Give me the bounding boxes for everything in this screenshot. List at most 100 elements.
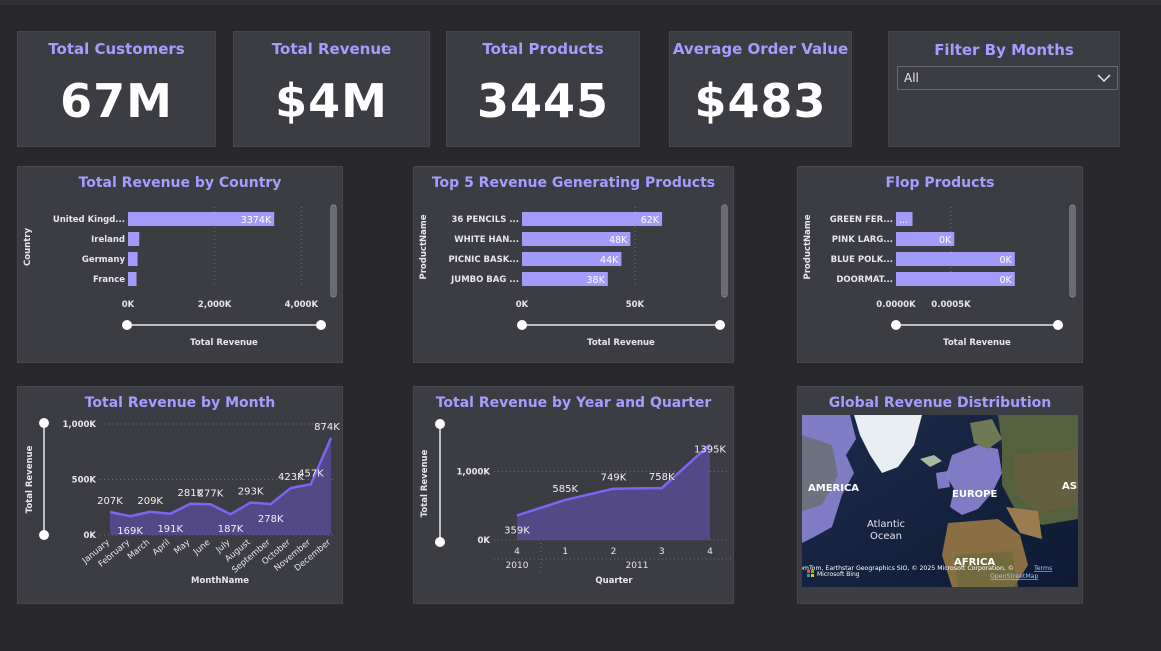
y-tick-label: 0K — [477, 536, 490, 546]
monthly-revenue-chart: Total Revenue by Month 1,000K 500K 0K 207K 1… — [17, 386, 343, 604]
kpi-card-customers[interactable]: Total Customers 67M — [17, 31, 216, 147]
slicer-title: Filter By Months — [934, 41, 1074, 59]
y-axis-title: ProductName — [803, 214, 813, 279]
map-canvas[interactable]: AMERICA EUROPE ASI AtlanticOcean AFRICA … — [802, 415, 1078, 587]
range-slider-handle[interactable] — [891, 320, 901, 330]
top-bar — [0, 0, 1161, 5]
y-axis-title: Country — [23, 228, 33, 266]
top-products-chart: Top 5 Revenue Generating Products 0K 50K 3… — [413, 166, 734, 363]
data-label: 0K — [939, 235, 952, 246]
kpi-label: Total Customers — [48, 40, 185, 58]
y-tick-label: 0K — [83, 531, 96, 541]
data-label: 0K — [1000, 275, 1013, 286]
bar[interactable] — [128, 232, 140, 246]
x-axis-title: Total Revenue — [943, 338, 1011, 348]
category-label: WHITE HAN... — [454, 235, 519, 245]
data-label: 585K — [552, 484, 578, 495]
data-label: 48K — [609, 235, 628, 246]
category-label: DOORMAT... — [836, 275, 893, 285]
kpi-value: 3445 — [476, 74, 610, 128]
quarterly-area-chart: 1,000K 0K 359K 585K 749K 758K 1395K Total Reven… — [420, 419, 732, 586]
area-fill — [517, 444, 710, 540]
scrollbar-thumb[interactable] — [1071, 206, 1074, 296]
y-axis-title: ProductName — [419, 214, 429, 279]
y-axis-title: Total Revenue — [420, 449, 430, 517]
range-slider-handle[interactable] — [715, 320, 725, 330]
country-revenue-chart: Total Revenue by Country 0K 2,000K 4,000K U… — [17, 166, 343, 363]
range-slider-handle[interactable] — [39, 530, 49, 540]
x-tick-label: 2 — [611, 547, 617, 557]
x-tick-label: 0K — [122, 300, 135, 310]
x-tick-label: June — [191, 538, 212, 558]
chevron-down-icon — [1097, 74, 1111, 83]
range-slider-handle[interactable] — [39, 418, 49, 428]
kpi-label: Total Revenue — [271, 40, 392, 58]
category-label: BLUE POLK... — [831, 255, 893, 265]
dropdown-value: All — [904, 71, 919, 85]
kpi-value: 67M — [60, 74, 173, 128]
category-label: Germany — [82, 255, 126, 265]
scrollbar-thumb[interactable] — [332, 206, 335, 296]
x-tick-label: 4,000K — [285, 300, 319, 310]
map-attribution: © 2025 TomTom, Earthstar Geographics SIO… — [802, 564, 1014, 572]
x-tick-label: 0.0005K — [931, 300, 971, 310]
x-axis-title: Total Revenue — [587, 338, 655, 348]
x-axis-title: MonthName — [191, 576, 249, 586]
x-tick-label: March — [126, 538, 152, 562]
range-slider-handle[interactable] — [316, 320, 326, 330]
flop-products-bar-chart: 0.0000K 0.0005K GREEN FER... ... PINK LARG..… — [803, 204, 1076, 348]
data-label: 293K — [238, 486, 264, 497]
kpi-card-products[interactable]: Total Products 3445 — [446, 31, 640, 147]
kpi-value: $483 — [694, 74, 827, 128]
data-label: 38K — [587, 275, 606, 286]
x-tick-label: 2,000K — [198, 300, 232, 310]
map-osm-link[interactable]: OpenStreetMap — [990, 573, 1038, 580]
category-label: Ireland — [91, 235, 125, 245]
x-tick-label: May — [172, 538, 192, 557]
data-label: 191K — [157, 524, 183, 535]
data-label: 0K — [1000, 255, 1013, 266]
y-tick-label: 500K — [72, 476, 97, 486]
bar[interactable] — [896, 272, 1015, 286]
data-label: 359K — [504, 525, 530, 536]
category-label: 36 PENCILS ... — [451, 215, 519, 225]
data-label: 278K — [258, 514, 284, 525]
category-label: United Kingd... — [53, 215, 125, 225]
x-tick-label: April — [151, 538, 172, 558]
category-label: GREEN FER... — [830, 215, 893, 225]
x-tick-label: 1 — [562, 547, 568, 557]
data-label: 62K — [641, 215, 660, 226]
scrollbar-thumb[interactable] — [723, 206, 726, 296]
y-axis-title: Total Revenue — [25, 445, 35, 513]
x-axis-title: Quarter — [595, 576, 633, 586]
range-slider-handle[interactable] — [435, 419, 445, 429]
range-slider-handle[interactable] — [1053, 320, 1063, 330]
range-slider-handle[interactable] — [517, 320, 527, 330]
data-label: 207K — [97, 496, 123, 507]
map-label-ocean: Atlantic Ocean — [867, 519, 905, 542]
kpi-card-revenue[interactable]: Total Revenue $4M — [233, 31, 430, 147]
category-label: PINK LARG... — [832, 235, 893, 245]
data-label: 277K — [198, 488, 224, 499]
year-label: 2010 — [506, 561, 529, 571]
month-filter-slicer: Filter By Months All — [888, 31, 1120, 147]
range-slider-handle[interactable] — [435, 537, 445, 547]
flop-products-chart: Flop Products 0.0000K 0.0005K GREEN FER...… — [797, 166, 1083, 363]
monthly-area-chart: 1,000K500K0K207K169K209K191K281K277K187K… — [25, 418, 340, 586]
x-tick-label: 4 — [514, 547, 520, 557]
data-label: 3374K — [241, 215, 272, 226]
range-slider-handle[interactable] — [122, 320, 132, 330]
data-label: 749K — [601, 473, 627, 484]
month-filter-dropdown[interactable]: All — [897, 66, 1118, 90]
map-label-europe: EUROPE — [952, 489, 997, 500]
bar[interactable] — [128, 252, 138, 266]
map-terms-link[interactable]: Terms — [1033, 565, 1052, 572]
bar[interactable] — [128, 272, 137, 286]
chart-title: Global Revenue Distribution — [828, 395, 1052, 411]
map-image: AMERICA EUROPE ASI AtlanticOcean AFRICA … — [802, 415, 1078, 587]
top-products-bar-chart: 0K 50K 36 PENCILS ... 62K WHITE HAN... 48K PIC… — [419, 204, 728, 348]
category-label: France — [93, 275, 125, 285]
bar[interactable] — [896, 252, 1015, 266]
y-tick-label: 1,000K — [63, 420, 97, 430]
kpi-card-aov[interactable]: Average Order Value $483 — [669, 31, 852, 147]
